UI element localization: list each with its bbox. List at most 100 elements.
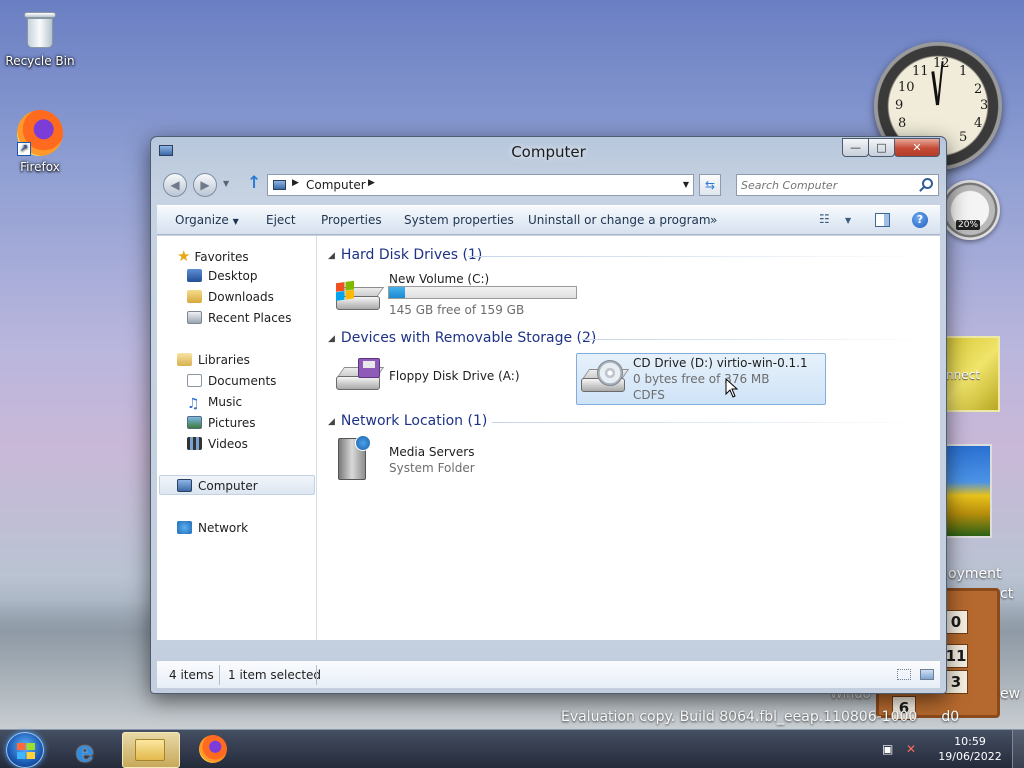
tray-clock[interactable]: 10:59 19/06/2022: [938, 734, 1002, 764]
content-pane: ◢ Hard Disk Drives (1) New Volume (C:) 14…: [318, 236, 940, 640]
meter-percent: 20%: [956, 220, 981, 230]
nav-desktop[interactable]: Desktop: [187, 269, 258, 287]
search-box[interactable]: [736, 174, 939, 196]
recent-places-icon: [187, 311, 202, 324]
refresh-button[interactable]: ⇆: [699, 174, 721, 196]
nav-network-label: Network: [198, 521, 249, 535]
firefox-icon: ↗: [17, 110, 63, 156]
nav-libraries[interactable]: Libraries: [177, 353, 250, 371]
folder-icon: [135, 739, 165, 761]
clock-num: 10: [898, 80, 915, 95]
media-servers-type: System Folder: [389, 461, 475, 475]
taskbar: e ▣ ✕ 10:59 19/06/2022: [0, 729, 1024, 768]
puzzle-cell[interactable]: 3: [944, 670, 968, 694]
preview-pane-icon[interactable]: [875, 213, 890, 227]
address-dropdown-icon[interactable]: ▼: [683, 180, 689, 189]
close-button[interactable]: ✕: [894, 138, 940, 157]
navigation-pane: ★ Favorites Desktop Downloads Recent Plac…: [157, 236, 317, 640]
minimize-button[interactable]: —: [842, 138, 869, 157]
search-input[interactable]: [741, 177, 911, 193]
network-icon: [177, 521, 192, 534]
drive-d-name: CD Drive (D:) virtio-win-0.1.1: [633, 356, 808, 370]
nav-recent-places-label: Recent Places: [208, 311, 292, 325]
title-bar[interactable]: Computer — □ ✕: [151, 137, 946, 167]
drive-item-c[interactable]: New Volume (C:) 145 GB free of 159 GB: [334, 272, 594, 317]
desktop-icon-recycle-bin[interactable]: Recycle Bin: [2, 6, 78, 68]
videos-icon: [187, 437, 202, 450]
volume-muted-icon[interactable]: ✕: [906, 742, 916, 756]
view-dropdown-icon[interactable]: ▼: [845, 216, 851, 225]
internet-explorer-icon: e: [76, 735, 94, 768]
properties-button[interactable]: Properties: [321, 213, 382, 227]
breadcrumb-chevron-icon[interactable]: ▶: [292, 178, 299, 188]
nav-network[interactable]: Network: [177, 521, 248, 539]
drive-item-a[interactable]: Floppy Disk Drive (A:): [334, 354, 564, 402]
group-divider: [468, 256, 928, 257]
nav-downloads[interactable]: Downloads: [187, 290, 274, 308]
group-header-removable[interactable]: ◢ Devices with Removable Storage (2): [328, 330, 596, 346]
windows-logo-icon: [17, 743, 35, 759]
status-separator: [219, 665, 220, 685]
media-servers-name: Media Servers: [389, 445, 475, 459]
pictures-icon: [187, 416, 202, 429]
view-options-icon[interactable]: ☷: [819, 212, 830, 226]
clock-num: 9: [895, 98, 904, 113]
nav-videos-label: Videos: [208, 437, 248, 451]
clock-num: 11: [912, 64, 929, 79]
desktop-icon: [187, 269, 202, 282]
puzzle-cell[interactable]: 11: [944, 644, 968, 668]
clock-num: 3: [980, 98, 989, 113]
forward-button[interactable]: ▶: [193, 173, 217, 197]
uninstall-button[interactable]: Uninstall or change a program: [528, 213, 711, 227]
evaluation-tail: d0: [941, 709, 960, 725]
breadcrumb-computer[interactable]: Computer: [306, 178, 366, 192]
details-view-icon[interactable]: [897, 669, 911, 680]
connect-gadget[interactable]: nnect: [944, 336, 1000, 412]
puzzle-cell[interactable]: 0: [944, 610, 968, 634]
drive-item-d[interactable]: CD Drive (D:) virtio-win-0.1.1 0 bytes f…: [576, 353, 826, 405]
tray-date: 19/06/2022: [938, 750, 1002, 763]
clock-num: 5: [959, 130, 968, 145]
desktop-icon-firefox[interactable]: ↗ Firefox: [2, 110, 78, 174]
recycle-bin-icon: [22, 6, 58, 50]
up-arrow-icon[interactable]: ↑: [247, 173, 261, 193]
drive-a-name: Floppy Disk Drive (A:): [389, 369, 520, 383]
media-servers-item[interactable]: Media Servers System Folder: [334, 435, 534, 488]
nav-music-label: Music: [208, 395, 243, 409]
show-desktop-button[interactable]: [1012, 730, 1024, 768]
tray-time: 10:59: [954, 735, 986, 748]
organize-menu[interactable]: Organize ▼: [175, 213, 239, 227]
nav-pictures[interactable]: Pictures: [187, 416, 256, 434]
nav-libraries-label: Libraries: [198, 353, 250, 367]
address-bar[interactable]: ▶ Computer ▶ ▼: [267, 174, 694, 196]
nav-computer[interactable]: Computer: [177, 479, 258, 497]
cpu-meter-gadget[interactable]: 20%: [940, 180, 1000, 240]
large-icons-view-icon[interactable]: [920, 669, 934, 680]
eject-button[interactable]: Eject: [266, 213, 296, 227]
group-header-hdd[interactable]: ◢ Hard Disk Drives (1): [328, 247, 482, 263]
group-hdd-label: Hard Disk Drives (1): [340, 247, 483, 263]
nav-documents-label: Documents: [208, 374, 277, 388]
help-icon[interactable]: ?: [912, 212, 928, 228]
nav-documents[interactable]: Documents: [187, 374, 276, 392]
maximize-button[interactable]: □: [868, 138, 895, 157]
more-commands-button[interactable]: »: [710, 213, 717, 227]
network-tray-icon[interactable]: ▣: [882, 742, 893, 756]
slideshow-gadget[interactable]: [944, 444, 992, 538]
nav-videos[interactable]: Videos: [187, 437, 248, 455]
floppy-drive-icon: [334, 358, 385, 394]
search-icon[interactable]: [922, 178, 933, 189]
nav-music[interactable]: ♫ Music: [187, 395, 242, 413]
back-button[interactable]: ◀: [163, 173, 187, 197]
breadcrumb-chevron-icon[interactable]: ▶: [368, 178, 375, 188]
group-removable-label: Devices with Removable Storage (2): [340, 330, 597, 346]
drive-d-filesystem: CDFS: [633, 388, 665, 402]
history-dropdown-icon[interactable]: ▼: [223, 179, 229, 188]
nav-recent-places[interactable]: Recent Places: [187, 311, 291, 329]
organize-label: Organize: [175, 213, 229, 227]
system-properties-button[interactable]: System properties: [404, 213, 514, 227]
group-header-network[interactable]: ◢ Network Location (1): [328, 413, 487, 429]
nav-favorites[interactable]: ★ Favorites: [177, 247, 249, 265]
start-button[interactable]: [6, 732, 44, 768]
window-title: Computer: [511, 143, 586, 161]
